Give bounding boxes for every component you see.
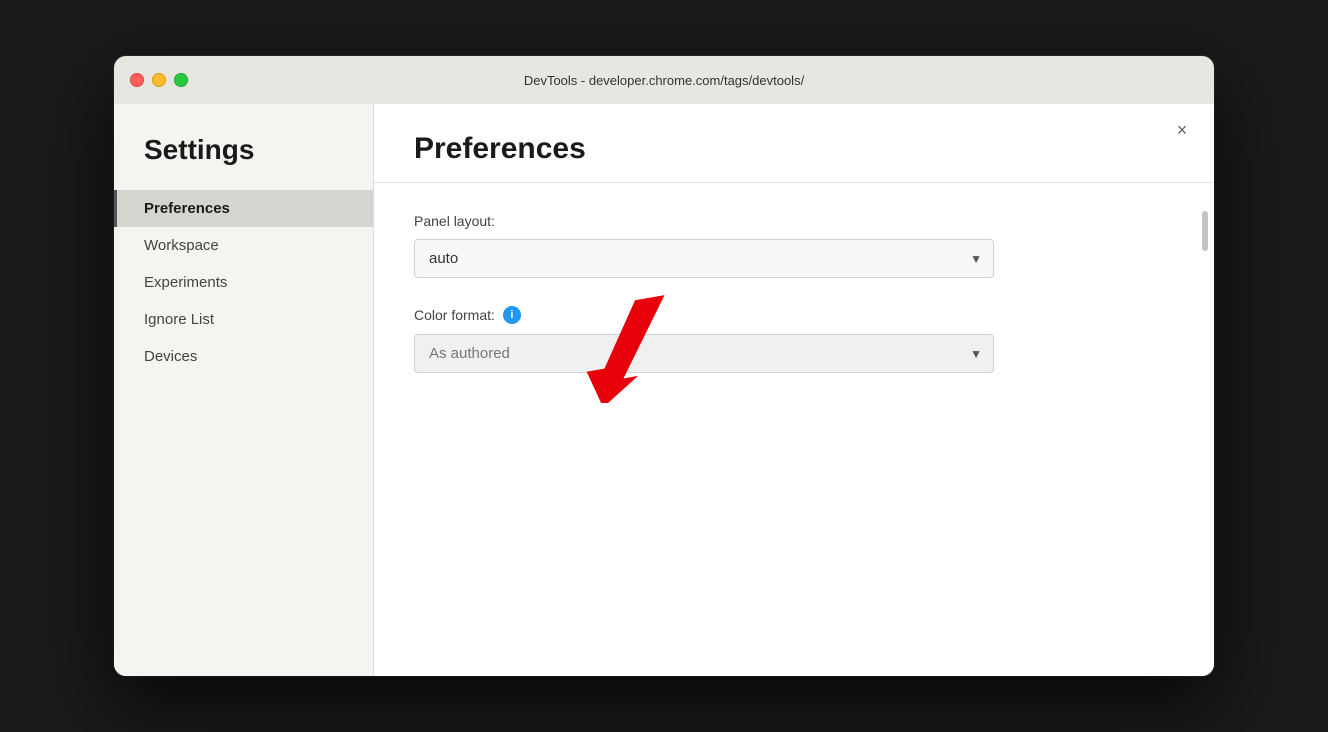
panel-layout-section: Panel layout: auto horizontal vertical ▼ <box>414 213 1174 278</box>
sidebar-item-preferences[interactable]: Preferences <box>114 190 373 227</box>
sidebar-nav: Preferences Workspace Experiments Ignore… <box>114 190 373 375</box>
info-icon[interactable]: i <box>503 306 521 324</box>
sidebar: Settings Preferences Workspace Experimen… <box>114 104 374 676</box>
app-window: DevTools - developer.chrome.com/tags/dev… <box>114 56 1214 676</box>
window-content: Settings Preferences Workspace Experimen… <box>114 104 1214 676</box>
title-bar: DevTools - developer.chrome.com/tags/dev… <box>114 56 1214 104</box>
main-header: Preferences <box>374 104 1214 183</box>
scrollbar-track[interactable] <box>1202 203 1208 676</box>
close-button[interactable]: × <box>1170 118 1194 142</box>
close-traffic-light[interactable] <box>130 73 144 87</box>
main-content: × Preferences Panel layout: auto horizon… <box>374 104 1214 676</box>
color-format-label: Color format: <box>414 307 495 323</box>
panel-layout-label: Panel layout: <box>414 213 1174 229</box>
window-title: DevTools - developer.chrome.com/tags/dev… <box>524 73 804 88</box>
main-body: Panel layout: auto horizontal vertical ▼… <box>374 183 1214 676</box>
minimize-traffic-light[interactable] <box>152 73 166 87</box>
color-format-select-wrapper: As authored HEX RGB HSL ▼ <box>414 334 994 373</box>
color-format-section: Color format: i As authored HEX RGB HSL … <box>414 306 1174 373</box>
panel-layout-select[interactable]: auto horizontal vertical <box>414 239 994 278</box>
panel-layout-select-wrapper: auto horizontal vertical ▼ <box>414 239 994 278</box>
page-title: Preferences <box>414 132 1174 166</box>
traffic-lights <box>130 73 188 87</box>
sidebar-title: Settings <box>114 134 373 190</box>
scrollbar-thumb[interactable] <box>1202 211 1208 251</box>
sidebar-item-workspace[interactable]: Workspace <box>114 227 373 264</box>
sidebar-item-ignore-list[interactable]: Ignore List <box>114 301 373 338</box>
maximize-traffic-light[interactable] <box>174 73 188 87</box>
sidebar-item-experiments[interactable]: Experiments <box>114 264 373 301</box>
sidebar-item-devices[interactable]: Devices <box>114 338 373 375</box>
color-format-select[interactable]: As authored HEX RGB HSL <box>414 334 994 373</box>
color-format-label-row: Color format: i <box>414 306 1174 324</box>
